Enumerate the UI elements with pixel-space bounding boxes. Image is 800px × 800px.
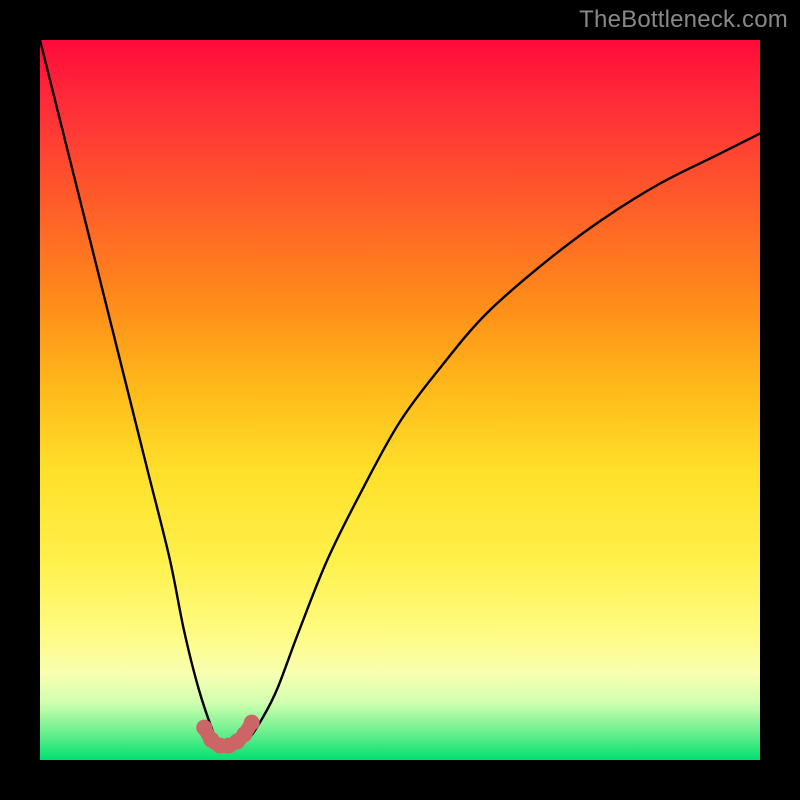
curve-layer xyxy=(40,40,760,760)
watermark-text: TheBottleneck.com xyxy=(579,6,788,34)
bottleneck-curve xyxy=(40,40,760,747)
chart-frame: TheBottleneck.com xyxy=(0,0,800,800)
optimal-zone-dot xyxy=(244,715,260,731)
optimal-zone-markers xyxy=(196,715,260,754)
plot-area xyxy=(40,40,760,760)
